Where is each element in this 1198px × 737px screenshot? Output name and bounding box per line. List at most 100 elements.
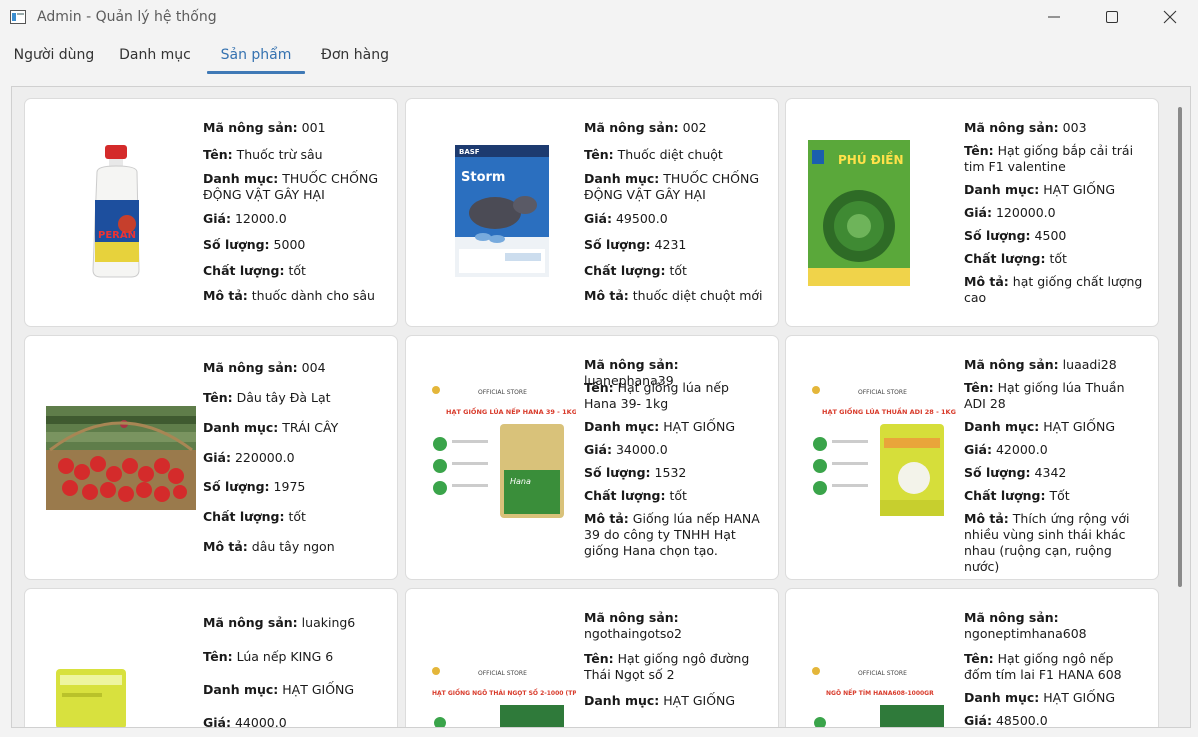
product-image-corn-seed-bag: OFFICIAL STORE HẠT GIỐNG NGÔ THÁI NGỌT S… bbox=[426, 661, 580, 727]
product-quantity-field: Số lượng: 4500 bbox=[964, 228, 1067, 243]
product-name-field: Tên: Thuốc trừ sâu bbox=[203, 147, 323, 162]
product-category: HẠT GIỐNG bbox=[282, 682, 355, 697]
product-quantity: 1532 bbox=[654, 465, 687, 480]
product-description: thuốc diệt chuột mới bbox=[632, 288, 763, 303]
product-quantity: 4342 bbox=[1034, 465, 1067, 480]
product-image-pesticide-bottle: PERAN bbox=[87, 142, 147, 280]
product-category: HẠT GIỐNG bbox=[1043, 182, 1116, 197]
product-quantity: 4231 bbox=[654, 237, 687, 252]
product-quantity-field: Số lượng: 1975 bbox=[203, 479, 306, 494]
close-icon bbox=[1163, 10, 1177, 24]
product-name-field: Tên: Thuốc diệt chuột bbox=[584, 147, 723, 162]
product-id: 004 bbox=[301, 360, 326, 375]
product-category-field: Danh mục: HẠT GIỐNG bbox=[584, 693, 736, 708]
product-image-corn-seed-bag: OFFICIAL STORE NGÔ NẾP TÍM HANA608-1000G… bbox=[806, 661, 956, 727]
product-image-label: Storm bbox=[461, 170, 505, 185]
product-card[interactable]: PHÚ ĐIỀN Mã nông sản: 003 Tên: Hạt giống… bbox=[785, 98, 1159, 327]
product-category: TRÁI CÂY bbox=[282, 420, 339, 435]
product-quantity-field: Số lượng: 4342 bbox=[964, 465, 1067, 480]
maximize-icon bbox=[1106, 11, 1118, 23]
store-label: OFFICIAL STORE bbox=[478, 389, 527, 396]
product-price-field: Giá: 49500.0 bbox=[584, 211, 668, 226]
product-category-field: Danh mục: THUỐC CHỐNG ĐỘNG VẬT GÂY HẠI bbox=[584, 171, 760, 202]
product-quantity-field: Số lượng: 4231 bbox=[584, 237, 687, 252]
product-quality-field: Chất lượng: tốt bbox=[203, 509, 306, 524]
product-quantity: 5000 bbox=[273, 237, 306, 252]
svg-text:Hana: Hana bbox=[510, 477, 531, 486]
store-label: OFFICIAL STORE bbox=[858, 389, 907, 396]
product-quality: tốt bbox=[288, 509, 306, 524]
maximize-button[interactable] bbox=[1083, 0, 1141, 34]
tab-products[interactable]: Sản phẩm bbox=[207, 37, 305, 74]
tab-orders[interactable]: Đơn hàng bbox=[312, 37, 398, 74]
tab-categories[interactable]: Danh mục bbox=[110, 37, 200, 74]
product-quantity-field: Số lượng: 5000 bbox=[203, 237, 306, 252]
product-id: luaadi28 bbox=[1062, 357, 1117, 372]
product-image-strawberry-photo bbox=[46, 406, 196, 510]
product-id-field: Mã nông sản: luaking6 bbox=[203, 615, 356, 630]
product-quality-field: Chất lượng: tốt bbox=[584, 263, 687, 278]
product-card[interactable]: OFFICIAL STORE HẠT GIỐNG LÚA NẾP HANA 39… bbox=[405, 335, 779, 580]
product-id-field: Mã nông sản: 004 bbox=[203, 360, 326, 375]
product-quality: tốt bbox=[669, 263, 687, 278]
product-card[interactable]: Mã nông sản: 004 Tên: Dâu tây Đà Lạt Dan… bbox=[24, 335, 398, 580]
product-id: 003 bbox=[1062, 120, 1087, 135]
store-label: OFFICIAL STORE bbox=[478, 670, 527, 677]
product-name-field: Tên: Hạt giống bắp cải trái tim F1 valen… bbox=[964, 143, 1134, 174]
product-price: 44000.0 bbox=[234, 715, 287, 728]
product-description-field: Mô tả: Giống lúa nếp HANA 39 do công ty … bbox=[584, 511, 760, 558]
product-description-field: Mô tả: Thích ứng rộng với nhiều vùng sin… bbox=[964, 511, 1130, 574]
tab-users[interactable]: Người dùng bbox=[4, 37, 104, 74]
product-price-field: Giá: 42000.0 bbox=[964, 442, 1048, 457]
product-image-rice-seed-bag bbox=[56, 669, 126, 727]
product-category: HẠT GIỐNG bbox=[1043, 690, 1116, 705]
product-price-field: Giá: 220000.0 bbox=[203, 450, 295, 465]
product-price: 120000.0 bbox=[995, 205, 1056, 220]
product-image-label: PHÚ ĐIỀN bbox=[838, 150, 904, 167]
product-quality: tốt bbox=[1049, 251, 1067, 266]
product-category-field: Danh mục: HẠT GIỐNG bbox=[964, 690, 1116, 705]
product-quantity: 1975 bbox=[273, 479, 306, 494]
product-description: thuốc dành cho sâu bbox=[251, 288, 375, 303]
product-name-field: Tên: Dâu tây Đà Lạt bbox=[203, 390, 331, 405]
product-quality: Tốt bbox=[1049, 488, 1070, 503]
product-list-panel[interactable]: PERAN Mã nông sản: 001 Tên: Thuốc trừ sâ… bbox=[11, 86, 1191, 728]
product-category-field: Danh mục: TRÁI CÂY bbox=[203, 420, 339, 435]
product-quality: tốt bbox=[669, 488, 687, 503]
product-quality-field: Chất lượng: Tốt bbox=[964, 488, 1070, 503]
close-button[interactable] bbox=[1141, 0, 1198, 34]
product-id-field: Mã nông sản: 003 bbox=[964, 120, 1087, 135]
product-id-field: Mã nông sản: 001 bbox=[203, 120, 326, 135]
product-price-field: Giá: 34000.0 bbox=[584, 442, 668, 457]
product-image-rice-seed-bag: OFFICIAL STORE HẠT GIỐNG LÚA THUẦN ADI 2… bbox=[806, 380, 956, 530]
product-name-field: Tên: Hạt giống lúa Thuần ADI 28 bbox=[964, 380, 1125, 411]
product-card[interactable]: OFFICIAL STORE HẠT GIỐNG NGÔ THÁI NGỌT S… bbox=[405, 588, 779, 727]
product-description-field: Mô tả: thuốc diệt chuột mới bbox=[584, 288, 763, 303]
product-category-field: Danh mục: THUỐC CHỐNG ĐỘNG VẬT GÂY HẠI bbox=[203, 171, 379, 202]
product-image-label: HẠT GIỐNG LÚA THUẦN ADI 28 - 1KG bbox=[822, 406, 956, 416]
product-id-field: Mã nông sản: 002 bbox=[584, 120, 707, 135]
product-card[interactable]: Mã nông sản: luaking6 Tên: Lúa nếp KING … bbox=[24, 588, 398, 728]
product-category: HẠT GIỐNG bbox=[663, 419, 736, 434]
product-card[interactable]: BASF Storm Mã nông sản: 002 Tên: Thuốc d… bbox=[405, 98, 779, 327]
product-name: Lúa nếp KING 6 bbox=[236, 649, 334, 664]
product-card[interactable]: OFFICIAL STORE NGÔ NẾP TÍM HANA608-1000G… bbox=[785, 588, 1159, 727]
product-id-field: Mã nông sản: ngothaingotso2 bbox=[584, 610, 682, 641]
product-image-label: PERAN bbox=[98, 230, 136, 241]
product-name-field: Tên: Hạt giống ngô đường Thái Ngọt số 2 bbox=[584, 651, 750, 682]
product-name: Thuốc diệt chuột bbox=[617, 147, 723, 162]
scrollbar-thumb[interactable] bbox=[1178, 107, 1182, 587]
product-name: Dâu tây Đà Lạt bbox=[236, 390, 331, 405]
product-card[interactable]: OFFICIAL STORE HẠT GIỐNG LÚA THUẦN ADI 2… bbox=[785, 335, 1159, 580]
product-id: 002 bbox=[682, 120, 707, 135]
product-image-label: NGÔ NẾP TÍM HANA608-1000GR bbox=[826, 689, 934, 697]
product-id-field: Mã nông sản: luaadi28 bbox=[964, 357, 1117, 372]
product-card[interactable]: PERAN Mã nông sản: 001 Tên: Thuốc trừ sâ… bbox=[24, 98, 398, 327]
minimize-button[interactable] bbox=[1025, 0, 1083, 34]
product-quality-field: Chất lượng: tốt bbox=[203, 263, 306, 278]
product-category-field: Danh mục: HẠT GIỐNG bbox=[203, 682, 355, 697]
product-price-field: Giá: 12000.0 bbox=[203, 211, 287, 226]
svg-text:BASF: BASF bbox=[459, 148, 480, 156]
vertical-scrollbar[interactable] bbox=[1178, 107, 1183, 707]
product-name-field: Tên: Lúa nếp KING 6 bbox=[203, 649, 334, 664]
